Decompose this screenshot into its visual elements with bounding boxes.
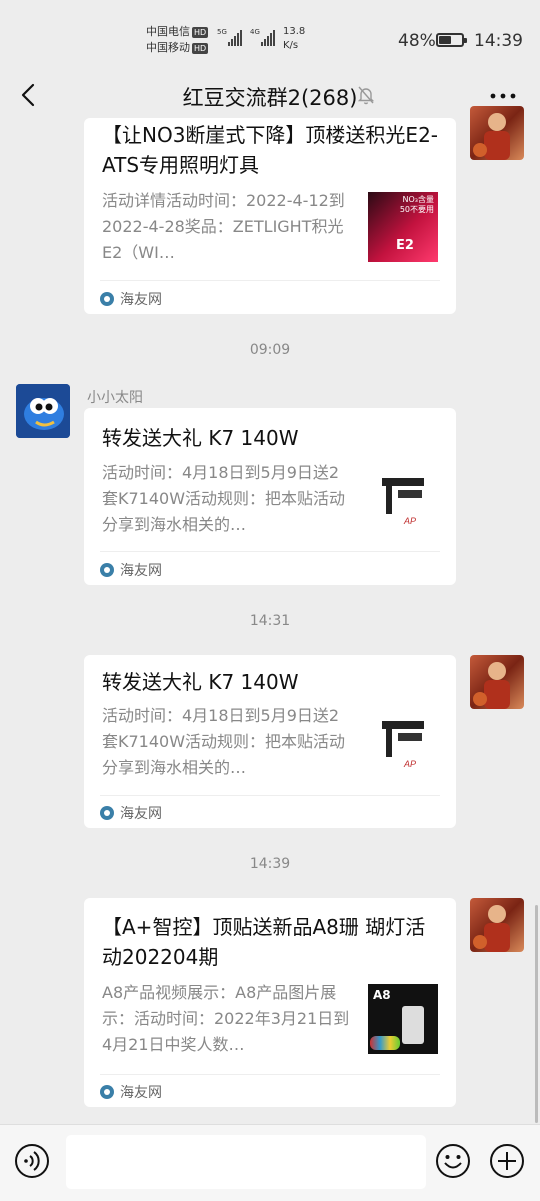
source-name: 海友网 (120, 292, 162, 308)
card-divider (100, 280, 440, 281)
card-description: A8产品视频展示：A8产品图片展示：活动时间：2022年3月21日到4月21日中… (102, 983, 350, 1054)
card-thumbnail: AP (368, 466, 438, 536)
timestamp: 14:31 (249, 613, 291, 629)
card-source: 海友网 (100, 289, 162, 309)
carrier-1: 中国电信 (146, 25, 190, 38)
signal-icon (228, 30, 242, 46)
hd-badge: HD (192, 42, 209, 54)
scrollbar[interactable] (535, 905, 538, 1123)
sender-name: 小小太阳 (87, 390, 143, 406)
carrier-info: 中国电信 HD 中国移动 HD (146, 24, 209, 56)
haiyou-logo-icon (100, 1085, 114, 1099)
battery-percent: 48% (398, 31, 436, 51)
thumb-text: E2 (396, 238, 414, 253)
signal-icon (261, 30, 275, 46)
network-type-5g: 5G (217, 28, 227, 36)
net-speed-unit: K/s (283, 40, 299, 51)
link-card[interactable]: 转发送大礼 K7 140W 活动时间：4月18日到5月9日送2套K7140W活动… (84, 655, 456, 828)
card-source: 海友网 (100, 1082, 162, 1102)
card-title: 转发送大礼 K7 140W (102, 426, 299, 450)
net-speed-value: 13.8 (283, 26, 306, 37)
network-type-4g: 4G (250, 28, 260, 36)
card-description: 活动时间：4月18日到5月9日送2套K7140W活动规则：把本贴活动分享到海水相… (102, 706, 346, 777)
timestamp: 14:39 (249, 856, 291, 872)
card-title: 转发送大礼 K7 140W (102, 670, 299, 694)
link-card[interactable]: 转发送大礼 K7 140W 活动时间：4月18日到5月9日送2套K7140W活动… (84, 408, 456, 585)
source-name: 海友网 (120, 1085, 162, 1101)
card-source: 海友网 (100, 560, 162, 580)
card-divider (100, 795, 440, 796)
card-title: 【让NO3断崖式下降】顶楼送积光E2-ATS专用照明灯具 (102, 123, 439, 177)
thumb-text: A8 (373, 988, 391, 1002)
voice-icon[interactable] (14, 1143, 50, 1179)
link-card[interactable]: 【让NO3断崖式下降】顶楼送积光E2-ATS专用照明灯具 活动详情活动时间：20… (84, 118, 456, 314)
haiyou-logo-icon (100, 292, 114, 306)
chat-header: 红豆交流群2(268) (0, 74, 540, 118)
plus-icon[interactable] (489, 1143, 525, 1179)
carrier-2: 中国移动 (146, 41, 190, 54)
card-thumbnail: A8 (368, 984, 438, 1054)
battery-icon (436, 33, 467, 47)
svg-text:AP: AP (403, 516, 416, 526)
avatar[interactable] (470, 898, 524, 952)
message-input[interactable] (66, 1135, 426, 1189)
input-bar (0, 1124, 540, 1201)
status-time: 14:39 (474, 31, 523, 51)
card-thumbnail: AP (368, 709, 438, 779)
card-title: 【A+智控】顶贴送新品A8珊 瑚灯活动202204期 (102, 915, 426, 969)
net-speed: 13.8 K/s (283, 25, 305, 53)
timestamp: 09:09 (249, 342, 291, 358)
emoji-icon[interactable] (435, 1143, 471, 1179)
haiyou-logo-icon (100, 806, 114, 820)
card-source: 海友网 (100, 803, 162, 823)
chat-title[interactable]: 红豆交流群2(268) (0, 82, 540, 112)
source-name: 海友网 (120, 563, 162, 579)
thumb-text: 50不要用 (399, 205, 434, 214)
svg-text:AP: AP (403, 759, 416, 769)
mute-bell-icon (357, 86, 375, 105)
card-description: 活动详情活动时间：2022-4-12到2022-4-28奖品：ZETLIGHT积… (102, 191, 345, 262)
card-description: 活动时间：4月18日到5月9日送2套K7140W活动规则：把本贴活动分享到海水相… (102, 463, 346, 534)
avatar[interactable] (470, 655, 524, 709)
more-dots-icon[interactable] (488, 86, 518, 106)
haiyou-logo-icon (100, 563, 114, 577)
source-name: 海友网 (120, 806, 162, 822)
card-divider (100, 551, 440, 552)
avatar[interactable] (16, 384, 70, 438)
card-divider (100, 1074, 440, 1075)
card-thumbnail: NO₃含量 50不要用 E2 (368, 192, 438, 262)
avatar[interactable] (470, 106, 524, 160)
hd-badge: HD (192, 26, 209, 38)
status-bar: 中国电信 HD 中国移动 HD 5G 4G 13.8 K/s 48% 14:39 (0, 0, 540, 74)
link-card[interactable]: 【A+智控】顶贴送新品A8珊 瑚灯活动202204期 A8产品视频展示：A8产品… (84, 898, 456, 1107)
